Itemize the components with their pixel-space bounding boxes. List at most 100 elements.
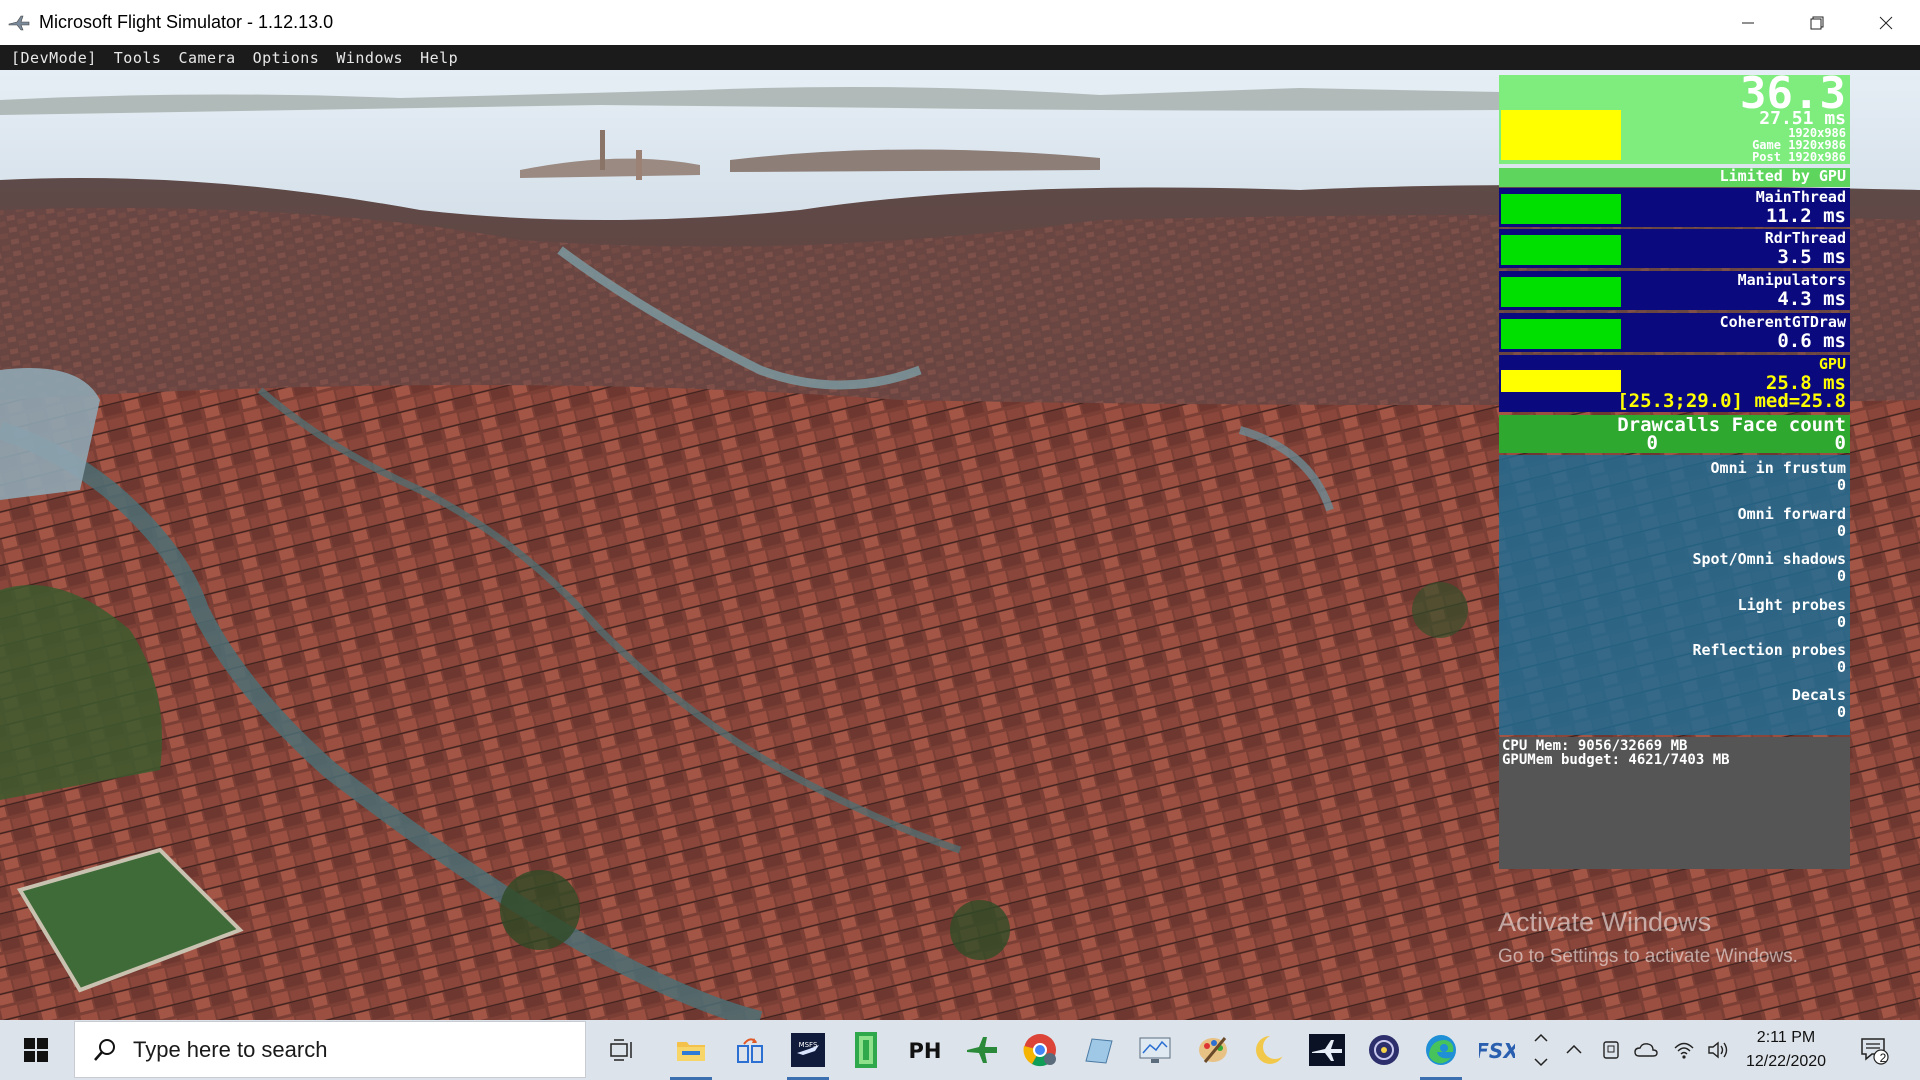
menu-tools[interactable]: Tools [114,49,162,67]
stat-light-probes-value: 0 [1836,613,1846,631]
chevron-up-icon [1534,1033,1548,1042]
stat-light-probes-label: Light probes [1737,596,1846,614]
mainthread-value: 11.2 ms [1765,205,1846,227]
minimize-button[interactable] [1712,0,1783,45]
menu-devmode[interactable]: [DevMode] [11,49,97,67]
app-icon: MSFS [791,1033,825,1067]
rdrthread-label: RdrThread [1764,229,1846,247]
paint-app-button[interactable] [1186,1020,1240,1080]
folder-app-button[interactable] [1071,1020,1125,1080]
stat-omni-forward-value: 0 [1836,522,1846,540]
plane-app-button[interactable] [955,1020,1009,1080]
stat-spot-shadows-label: Spot/Omni shadows [1692,550,1846,568]
menu-windows[interactable]: Windows [336,49,403,67]
activate-windows-watermark: Activate Windows Go to Settings to activ… [1498,907,1798,968]
coherentgtdraw-label: CoherentGTDraw [1719,313,1846,331]
rdrthread-value: 3.5 ms [1777,246,1846,268]
svg-text:FSX: FSX [1479,1039,1515,1063]
taskbar: Type here to search MSFS PH S 2:11 PM 12… [0,1020,1920,1080]
fsx-icon: FSX [1479,1039,1515,1063]
limited-by-text: Limited by GPU [1719,167,1846,185]
clock-date: 12/22/2020 [1745,1053,1827,1070]
manipulators-value: 4.3 ms [1777,288,1846,310]
crescent-app-button[interactable] [1243,1020,1297,1080]
stat-omni-forward-label: Omni forward [1737,505,1846,523]
drawcalls-value: 0 [1646,432,1658,454]
ph-app-button[interactable]: PH [898,1020,952,1080]
stat-decals-label: Decals [1791,686,1846,704]
monitor-app-button[interactable] [1128,1020,1182,1080]
chevron-down-icon [1534,1058,1548,1067]
network-button[interactable] [1670,1020,1698,1080]
gpu-label: GPU [1818,355,1846,373]
stat-reflection-probes-value: 0 [1836,658,1846,676]
close-icon [1879,16,1892,29]
mainthread-bar [1501,194,1621,224]
start-button[interactable] [0,1020,72,1080]
share-icon [737,1038,763,1063]
edge-button[interactable] [1414,1020,1468,1080]
gpu-mem-line: GPUMem budget: 4621/7403 MB [1502,752,1730,768]
devmode-menu-bar: [DevMode] Tools Camera Options Windows H… [0,45,1920,70]
jet-icon [1309,1034,1345,1066]
menu-options[interactable]: Options [253,49,320,67]
gpu-range: [25.3;29.0] med=25.8 [1617,390,1846,412]
menu-help[interactable]: Help [420,49,458,67]
drawcalls-header: Drawcalls Face count [1617,414,1846,436]
notification-count-badge: 2 [1879,1051,1887,1065]
post-resolution-line: Post 1920x986 [1752,150,1846,164]
fsx-app-button[interactable]: FSX [1470,1020,1524,1080]
stat-reflection-probes-label: Reflection probes [1692,641,1846,659]
chrome-icon [1023,1034,1056,1067]
jet-app-button[interactable] [1300,1020,1354,1080]
svg-text:PH: PH [909,1039,941,1063]
device-icon [1603,1041,1619,1059]
folder-icon [1085,1038,1113,1064]
cpu-mem-line: CPU Mem: 9056/32669 MB [1502,738,1688,754]
mainthread-label: MainThread [1755,188,1846,206]
stat-decals-value: 0 [1836,703,1846,721]
window-title: Microsoft Flight Simulator - 1.12.13.0 [39,12,334,32]
restore-icon [1810,16,1823,29]
clock-time: 2:11 PM [1756,1029,1816,1046]
wifi-icon [1674,1042,1694,1059]
flight-simulator-app-icon [8,15,30,31]
taskbar-clock[interactable]: 2:11 PM 12/22/2020 [1728,1026,1844,1074]
minimize-icon [1741,22,1754,23]
show-hidden-icons-button[interactable] [1562,1020,1586,1080]
task-view-button[interactable] [596,1020,650,1080]
search-placeholder: Type here to search [133,1036,328,1062]
file-explorer-button[interactable] [664,1020,718,1080]
file-explorer-icon [677,1042,705,1061]
menu-camera[interactable]: Camera [178,49,235,67]
activate-windows-subtitle: Go to Settings to activate Windows. [1498,946,1798,967]
green-app-button[interactable] [839,1020,893,1080]
crescent-icon [1256,1035,1286,1064]
svg-text:MSFS: MSFS [799,1041,818,1049]
chevron-up-icon [1566,1045,1582,1054]
rdrthread-bar [1501,235,1621,265]
speaker-icon [1708,1041,1728,1059]
onedrive-button[interactable] [1632,1020,1660,1080]
task-view-icon [610,1039,632,1061]
tray-device-button[interactable] [1598,1020,1624,1080]
restore-button[interactable] [1781,0,1852,45]
monitor-icon [1139,1037,1171,1063]
search-icon [94,1038,115,1061]
share-app-button[interactable] [724,1020,778,1080]
edge-icon [1426,1035,1456,1065]
coherentgtdraw-value: 0.6 ms [1777,330,1846,352]
circle-app-button[interactable] [1357,1020,1411,1080]
taskbar-overflow-scroll[interactable] [1528,1020,1554,1080]
stat-spot-shadows-value: 0 [1836,567,1846,585]
flight-sim-taskbar-button[interactable]: MSFS [781,1020,835,1080]
window-titlebar: Microsoft Flight Simulator - 1.12.13.0 [0,0,1920,45]
manipulators-label: Manipulators [1737,271,1846,289]
ph-icon: PH [909,1039,941,1063]
action-center-button[interactable]: 2 [1852,1020,1896,1080]
frametime-graph-bar [1501,110,1621,160]
gpu-bar [1501,370,1621,392]
chrome-button[interactable] [1013,1020,1067,1080]
close-button[interactable] [1850,0,1920,45]
taskbar-search-box[interactable]: Type here to search [74,1021,586,1078]
